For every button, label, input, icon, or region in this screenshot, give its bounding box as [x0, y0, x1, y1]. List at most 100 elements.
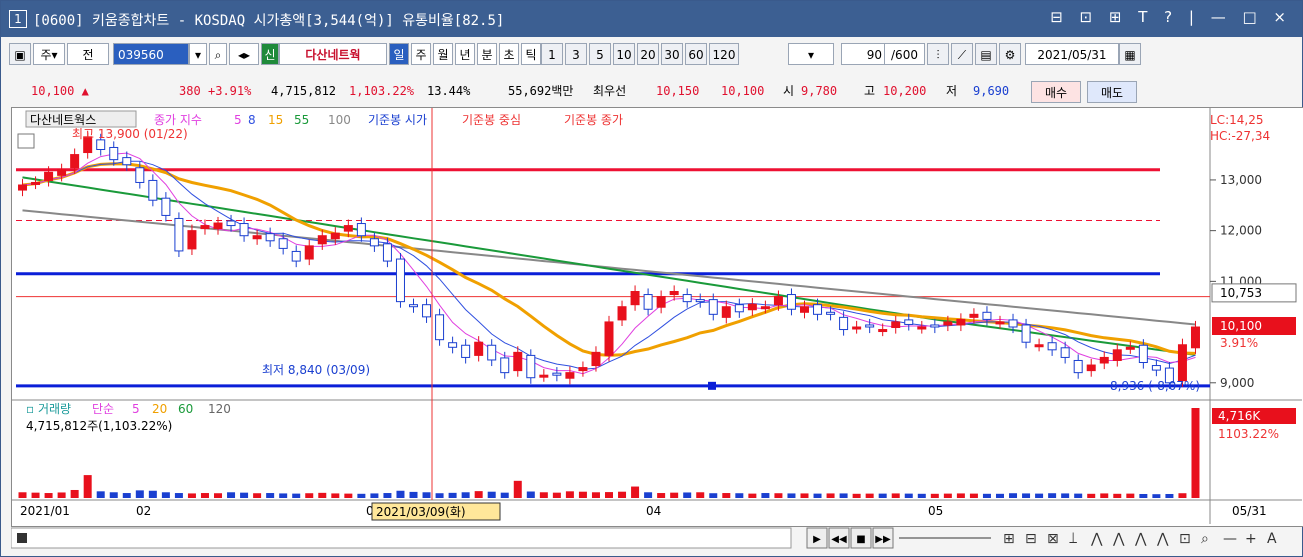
sell-button[interactable]: 매도: [1087, 81, 1137, 103]
low-label: 저: [946, 84, 958, 98]
tool-icon-9[interactable]: ⌕: [1201, 531, 1209, 547]
volume-bar: [904, 493, 913, 498]
scroll-bar[interactable]: ▶ ◀◀ ■ ▶▶ ⊞ ⊟ ⊠ ⟘ ⋀ ⋀ ⋀ ⋀ ⊡ ⌕ — + A: [10, 526, 1303, 550]
candle-icon[interactable]: ⫶: [927, 43, 949, 65]
interval-tab-60[interactable]: 60: [685, 43, 707, 65]
interval-tab-3[interactable]: 3: [565, 43, 587, 65]
high-annotation: 최고 13,900 (01/22): [72, 127, 188, 141]
prev-next-icon[interactable]: ◂▸: [229, 43, 259, 65]
volume-bar: [396, 490, 405, 498]
scroll-controls[interactable]: ▶ ◀◀ ■ ▶▶ ⊞ ⊟ ⊠ ⟘ ⋀ ⋀ ⋀ ⋀ ⊡ ⌕ — + A: [10, 526, 1303, 550]
period-tab-5[interactable]: 초: [499, 43, 519, 65]
candle-body: [1151, 365, 1161, 371]
volume-bar: [31, 492, 40, 498]
window-controls[interactable]: ⊟ ⊡ ⊞ T ? | — □ ×: [1050, 8, 1292, 26]
candle-body: [760, 306, 770, 310]
interval-tab-30[interactable]: 30: [661, 43, 683, 65]
tool-icon-11[interactable]: +: [1245, 531, 1257, 547]
mode-select-2[interactable]: 전: [67, 43, 109, 65]
candle-body: [278, 238, 288, 249]
tool-icon-1[interactable]: ⊟: [1025, 531, 1037, 547]
playback-icon-0: ▶: [813, 534, 821, 545]
tool-icon-4[interactable]: ⋀: [1090, 531, 1103, 547]
candle-body: [1190, 326, 1200, 349]
price-value: 10,100: [31, 84, 75, 98]
candle-body: [252, 235, 262, 240]
volume-bar: [800, 493, 809, 498]
chart-window: 1 [0600] 키움종합차트 - KOSDAQ 시가총액[3,544(억)] …: [0, 0, 1303, 557]
candle-body: [1060, 347, 1070, 358]
volume-last-pct: 1103.22%: [1218, 427, 1279, 441]
candle-body: [31, 181, 41, 185]
x-tick-label-3: 04: [646, 504, 661, 518]
tool-icon-6[interactable]: ⋀: [1134, 531, 1147, 547]
legend-item-3: 15: [268, 113, 283, 127]
interval-tab-10[interactable]: 10: [613, 43, 635, 65]
volume-bar: [1139, 493, 1148, 498]
code-dropdown-icon[interactable]: ▾: [189, 43, 207, 65]
tool-icon-8[interactable]: ⊡: [1179, 531, 1191, 547]
stock-code-input[interactable]: 039560: [113, 43, 189, 65]
quote-bar: 10,100 ▲ 380 +3.91% 4,715,812 1,103.22% …: [1, 79, 1302, 105]
tool-icon-5[interactable]: ⋀: [1112, 531, 1125, 547]
volume-bar: [1165, 493, 1174, 498]
date-input[interactable]: 2021/05/31: [1025, 43, 1119, 65]
search-icon[interactable]: ⌕: [209, 43, 227, 65]
save-icon[interactable]: ▤: [975, 43, 997, 65]
period-tab-0[interactable]: 일: [389, 43, 409, 65]
volume-bar: [1061, 493, 1070, 498]
chart-area[interactable]: 13,000 12,000 11,000 9,000 다산네트웍스 종가 지수 5 8 15 55…: [11, 107, 1303, 527]
candle-body: [1177, 344, 1187, 382]
candle-body: [995, 321, 1005, 325]
candle-body: [70, 154, 80, 169]
volume-legend-1: 5: [132, 402, 140, 416]
gear-icon[interactable]: ⚙: [999, 43, 1021, 65]
tool-icon-2[interactable]: ⊠: [1047, 531, 1059, 547]
legend-item-5: 100: [328, 113, 351, 127]
amount: 55,692백만: [508, 84, 574, 98]
tool-icon-3[interactable]: ⟘: [1069, 531, 1077, 547]
ma-100-line: [22, 209, 1196, 326]
mode-select-1[interactable]: 주▾: [33, 43, 65, 65]
volume-bar: [44, 493, 53, 498]
volume-bar: [644, 492, 653, 498]
buy-button[interactable]: 매수: [1031, 81, 1081, 103]
volume-bar: [605, 492, 613, 498]
layout-icon[interactable]: ▣: [9, 43, 31, 65]
tool-icon-7[interactable]: ⋀: [1156, 531, 1169, 547]
volume-bar: [122, 493, 131, 498]
high: 10,200: [883, 84, 927, 98]
chart-svg[interactable]: 13,00012,00011,0009,000다산네트웍스 종가 지수 5 8 15 55…: [12, 108, 1302, 524]
x-tick-label-0: 2021/01: [20, 504, 70, 518]
interval-tab-1[interactable]: 1: [541, 43, 563, 65]
candle-body: [747, 303, 757, 311]
candle-body: [382, 243, 392, 262]
volume-bar: [96, 491, 105, 498]
scroll-track[interactable]: [10, 527, 792, 549]
tool-icon-12[interactable]: A: [1267, 531, 1277, 547]
period-tab-3[interactable]: 년: [455, 43, 475, 65]
scroll-left-icon[interactable]: [17, 533, 27, 543]
period-tab-1[interactable]: 주: [411, 43, 431, 65]
period-tab-6[interactable]: 틱: [521, 43, 541, 65]
period-tab-4[interactable]: 분: [477, 43, 497, 65]
volume-bar: [214, 493, 223, 498]
volume-legend-2: 20: [152, 402, 167, 416]
tool-icon-10[interactable]: —: [1223, 531, 1237, 547]
period-tab-2[interactable]: 월: [433, 43, 453, 65]
blank-select[interactable]: ▾: [788, 43, 834, 65]
candle-body: [1086, 364, 1096, 372]
volume-bar: [448, 492, 457, 498]
candle-body: [200, 225, 210, 230]
calendar-icon[interactable]: ▦: [1119, 43, 1141, 65]
trend-icon[interactable]: ⟋: [951, 43, 973, 65]
candle-body: [643, 294, 653, 310]
tool-icon-0[interactable]: ⊞: [1003, 531, 1015, 547]
interval-tab-5[interactable]: 5: [589, 43, 611, 65]
volume-bar: [318, 492, 327, 498]
candle-body: [904, 319, 914, 325]
volume-legend-4: 120: [208, 402, 231, 416]
interval-tab-120[interactable]: 120: [709, 43, 739, 65]
count-input[interactable]: 90: [841, 43, 885, 65]
interval-tab-20[interactable]: 20: [637, 43, 659, 65]
